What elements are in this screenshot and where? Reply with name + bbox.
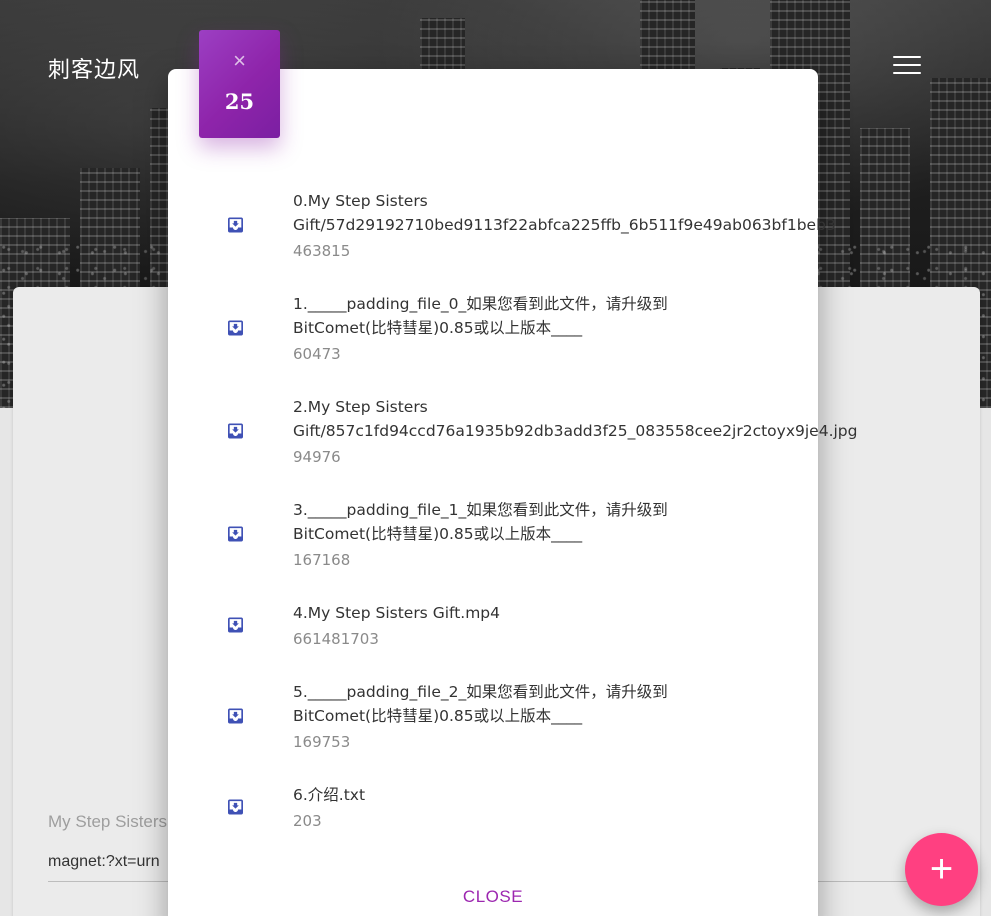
file-item[interactable]: 6.介绍.txt 203 <box>168 783 818 831</box>
download-tray-icon[interactable] <box>225 706 246 726</box>
file-size: 463815 <box>293 242 351 260</box>
file-item[interactable]: 4.My Step Sisters Gift.mp4 661481703 <box>168 601 818 649</box>
hamburger-menu-icon[interactable] <box>893 56 921 76</box>
file-size: 661481703 <box>293 630 379 648</box>
file-name: 2.My Step Sisters Gift/857c1fd94ccd76a19… <box>293 398 858 440</box>
magnet-input-label: My Step Sisters <box>48 812 168 831</box>
file-name: 5._____padding_file_2_如果您看到此文件，请升级到BitCo… <box>293 683 668 725</box>
file-item[interactable]: 2.My Step Sisters Gift/857c1fd94ccd76a19… <box>168 395 857 467</box>
download-tray-icon[interactable] <box>225 797 246 817</box>
page: 刺客边风 My Step Sisters magnet:?xt=urn × 25… <box>0 0 991 916</box>
file-count-badge: × 25 <box>199 30 280 138</box>
file-size: 203 <box>293 812 322 830</box>
file-name: 3._____padding_file_1_如果您看到此文件，请升级到BitCo… <box>293 501 668 543</box>
close-button[interactable]: CLOSE <box>168 887 818 907</box>
file-name: 6.介绍.txt <box>293 786 366 804</box>
file-item[interactable]: 5._____padding_file_2_如果您看到此文件，请升级到BitCo… <box>168 680 818 752</box>
file-item[interactable]: 3._____padding_file_1_如果您看到此文件，请升级到BitCo… <box>168 498 818 570</box>
file-item[interactable]: 1._____padding_file_0_如果您看到此文件，请升级到BitCo… <box>168 292 818 364</box>
download-tray-icon[interactable] <box>225 421 246 441</box>
download-tray-icon[interactable] <box>225 524 246 544</box>
download-tray-icon[interactable] <box>225 318 246 338</box>
file-size: 169753 <box>293 733 351 751</box>
file-count: 25 <box>224 89 255 114</box>
download-tray-icon[interactable] <box>225 215 246 235</box>
download-tray-icon[interactable] <box>225 615 246 635</box>
file-name: 0.My Step Sisters Gift/57d29192710bed911… <box>293 192 836 234</box>
close-icon[interactable]: × <box>199 50 280 72</box>
file-list-dialog: × 25 0.My Step Sisters Gift/57d29192710b… <box>168 30 857 916</box>
file-size: 60473 <box>293 345 341 363</box>
add-fab-button[interactable]: + <box>905 833 978 906</box>
file-size: 167168 <box>293 551 351 569</box>
file-name: 1._____padding_file_0_如果您看到此文件，请升级到BitCo… <box>293 295 668 337</box>
site-title[interactable]: 刺客边风 <box>48 52 140 84</box>
file-name: 4.My Step Sisters Gift.mp4 <box>293 604 500 622</box>
file-item[interactable]: 0.My Step Sisters Gift/57d29192710bed911… <box>168 189 836 261</box>
file-size: 94976 <box>293 448 341 466</box>
file-list: 0.My Step Sisters Gift/57d29192710bed911… <box>168 189 857 862</box>
